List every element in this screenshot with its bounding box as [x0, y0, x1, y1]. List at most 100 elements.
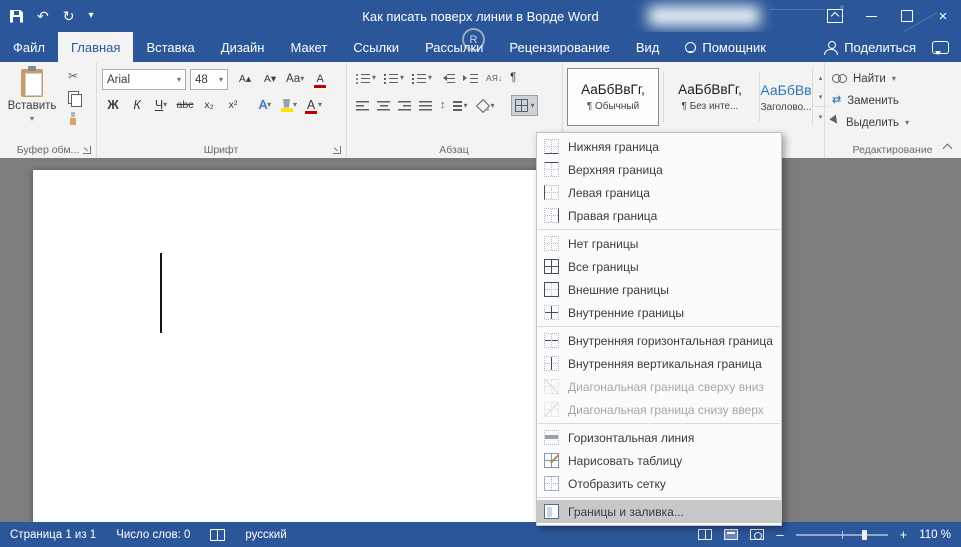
line-spacing-button[interactable]: ↕▾: [438, 98, 470, 113]
zoom-in-button[interactable]: +: [900, 528, 908, 541]
zoom-out-button[interactable]: –: [776, 528, 783, 541]
language-indicator[interactable]: русский: [245, 529, 286, 541]
minimize-button[interactable]: [853, 0, 889, 32]
tab-review[interactable]: Рецензирование: [496, 32, 622, 62]
minimize-icon: [866, 16, 877, 17]
read-mode-icon[interactable]: [698, 529, 712, 540]
menu-item-view-gridlines[interactable]: Отобразить сетку: [537, 472, 781, 495]
align-left-button[interactable]: [354, 98, 371, 113]
tab-row-right: Поделиться: [824, 32, 961, 62]
proofing-icon[interactable]: [210, 529, 225, 541]
collapse-ribbon-button[interactable]: [939, 141, 955, 153]
menu-item-draw-table[interactable]: Нарисовать таблицу: [537, 449, 781, 472]
close-button[interactable]: ×: [925, 0, 961, 32]
grow-font-button[interactable]: А▴: [234, 69, 256, 89]
maximize-button[interactable]: [889, 0, 925, 32]
copy-button[interactable]: [64, 90, 82, 104]
bold-button[interactable]: Ж: [102, 95, 124, 115]
menu-item-inside-vertical-border[interactable]: Внутренняя вертикальная граница: [537, 352, 781, 375]
paste-button[interactable]: Вставить ▾: [6, 67, 58, 135]
find-button[interactable]: Найти ▾: [832, 70, 909, 87]
font-size-select[interactable]: 48 ▾: [190, 69, 228, 90]
select-button[interactable]: Выделить ▾: [832, 114, 909, 131]
blurred-region: [648, 6, 760, 26]
sort-button[interactable]: АЯ↓: [484, 72, 504, 85]
tab-file[interactable]: Файл: [0, 32, 58, 62]
chevron-down-icon: ▾: [892, 75, 896, 83]
zoom-slider-thumb[interactable]: [862, 530, 867, 540]
cut-button[interactable]: ✂: [64, 69, 82, 83]
menu-item-horizontal-line[interactable]: Горизонтальная линия: [537, 426, 781, 449]
strikethrough-button[interactable]: abc: [174, 95, 196, 115]
style-heading[interactable]: АаБбВв Заголово...: [760, 68, 812, 126]
numbering-button[interactable]: ▾: [382, 71, 406, 86]
chevron-down-icon: ▾: [163, 101, 167, 109]
underline-button[interactable]: Ч▾: [150, 95, 172, 115]
tab-home[interactable]: Главная: [58, 32, 133, 62]
menu-item-outside-borders[interactable]: Внешние границы: [537, 278, 781, 301]
font-name-select[interactable]: Arial ▾: [102, 69, 186, 90]
menu-item-all-borders[interactable]: Все границы: [537, 255, 781, 278]
word-count[interactable]: Число слов: 0: [116, 529, 190, 541]
zoom-level[interactable]: 110 %: [919, 529, 951, 541]
web-layout-icon[interactable]: [750, 529, 764, 540]
change-case-button[interactable]: Аа▾: [284, 69, 306, 89]
chevron-down-icon: ▾: [464, 102, 468, 110]
menu-item-top-border[interactable]: Верхняя граница: [537, 158, 781, 181]
menu-item-borders-and-shading[interactable]: Границы и заливка...: [537, 500, 781, 523]
print-layout-icon[interactable]: [724, 529, 738, 540]
show-paragraph-marks-button[interactable]: ¶: [508, 70, 518, 86]
comments-icon[interactable]: [932, 41, 949, 54]
shrink-font-button[interactable]: А▾: [259, 69, 281, 89]
menu-item-inside-horizontal-border[interactable]: Внутренняя горизонтальная граница: [537, 329, 781, 352]
menu-item-left-border[interactable]: Левая граница: [537, 181, 781, 204]
clipboard-mini-buttons: ✂: [64, 69, 82, 125]
menu-item-bottom-border[interactable]: Нижняя граница: [537, 135, 781, 158]
replace-button[interactable]: ⇄ Заменить: [832, 92, 909, 109]
drawn-vertical-line[interactable]: [160, 253, 162, 333]
clear-formatting-button[interactable]: А: [309, 69, 331, 89]
tab-layout[interactable]: Макет: [277, 32, 340, 62]
borders-button[interactable]: ▾: [511, 95, 538, 116]
zoom-slider[interactable]: [796, 534, 888, 536]
menu-item-no-border[interactable]: Нет границы: [537, 232, 781, 255]
clipboard-dialog-launcher-icon[interactable]: [82, 145, 92, 155]
font-color-button[interactable]: А▾: [302, 95, 324, 115]
italic-button[interactable]: К: [126, 95, 148, 115]
style-no-spacing[interactable]: АаБбВвГг, ¶ Без инте...: [664, 68, 756, 126]
decrease-indent-button[interactable]: [438, 71, 457, 86]
tab-insert[interactable]: Вставка: [133, 32, 207, 62]
text-effects-button[interactable]: А▾: [254, 95, 276, 115]
paste-icon: [21, 69, 43, 97]
align-right-button[interactable]: [396, 98, 413, 113]
justify-button[interactable]: [417, 98, 434, 113]
subscript-button[interactable]: x₂: [198, 95, 220, 115]
multilevel-list-button[interactable]: ▾: [410, 71, 434, 86]
superscript-button[interactable]: x²: [222, 95, 244, 115]
ribbon-display-options-button[interactable]: [817, 0, 853, 32]
chevron-down-icon: ▾: [400, 74, 404, 82]
tab-references[interactable]: Ссылки: [340, 32, 412, 62]
format-painter-button[interactable]: [64, 111, 82, 125]
font-group-label: Шрифт: [96, 144, 346, 156]
increase-indent-button[interactable]: [461, 71, 480, 86]
tab-view[interactable]: Вид: [623, 32, 673, 62]
borders-and-shading-icon: [544, 504, 559, 519]
shading-button[interactable]: ▾: [474, 97, 497, 114]
font-dialog-launcher-icon[interactable]: [332, 145, 342, 155]
highlight-button[interactable]: ▾: [278, 95, 300, 115]
menu-item-right-border[interactable]: Правая граница: [537, 204, 781, 227]
chevron-down-icon: ▾: [30, 115, 34, 123]
bullets-button[interactable]: ▾: [354, 71, 378, 86]
style-normal[interactable]: АаБбВвГг, ¶ Обычный: [567, 68, 659, 126]
tab-assistant[interactable]: Помощник: [672, 32, 779, 62]
align-center-button[interactable]: [375, 98, 392, 113]
menu-item-inside-borders[interactable]: Внутренние границы: [537, 301, 781, 324]
page-indicator[interactable]: Страница 1 из 1: [10, 529, 96, 541]
share-button[interactable]: Поделиться: [824, 40, 916, 55]
bottom-border-icon: [544, 139, 559, 154]
chevron-down-icon: ▾: [428, 74, 432, 82]
align-left-icon: [356, 100, 369, 111]
tab-design[interactable]: Дизайн: [208, 32, 278, 62]
right-border-icon: [544, 208, 559, 223]
